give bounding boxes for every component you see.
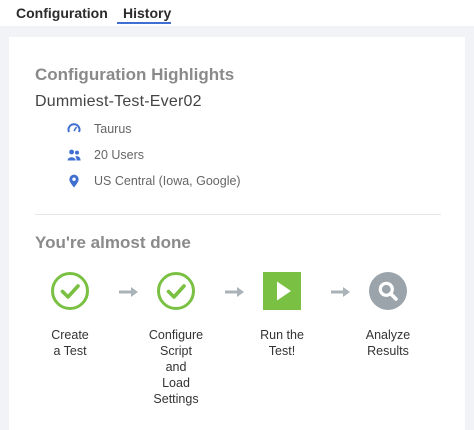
section-divider: [35, 214, 441, 215]
arrow-right-icon: [225, 287, 244, 297]
configuration-card: Configuration Highlights Dummiest-Test-E…: [9, 37, 465, 430]
speedometer-icon: [67, 123, 81, 133]
magnifier-icon: [369, 272, 407, 310]
executor-label: Taurus: [94, 122, 132, 136]
location-pin-icon: [69, 174, 79, 188]
tab-history[interactable]: History: [123, 4, 171, 22]
check-circle-icon: [51, 272, 89, 310]
highlights-heading: Configuration Highlights: [35, 65, 235, 84]
users-label: 20 Users: [94, 148, 145, 162]
arrow-right-icon: [119, 287, 138, 297]
step-label: Create a Test: [51, 328, 89, 358]
arrow-right-icon: [331, 287, 350, 297]
check-circle-icon: [157, 272, 195, 310]
tab-bar: Configuration History: [0, 0, 474, 26]
tab-configuration[interactable]: Configuration: [16, 4, 108, 22]
test-name: Dummiest-Test-Ever02: [35, 93, 202, 110]
step-label: Configure Script and Load Settings: [148, 328, 204, 406]
step-label: Run the Test!: [260, 328, 304, 358]
play-icon[interactable]: [262, 271, 302, 311]
progress-heading: You're almost done: [35, 233, 191, 252]
users-icon: [67, 149, 81, 161]
location-label: US Central (Iowa, Google): [94, 174, 241, 188]
active-tab-indicator: [117, 22, 171, 24]
step-label: Analyze Results: [365, 328, 411, 358]
